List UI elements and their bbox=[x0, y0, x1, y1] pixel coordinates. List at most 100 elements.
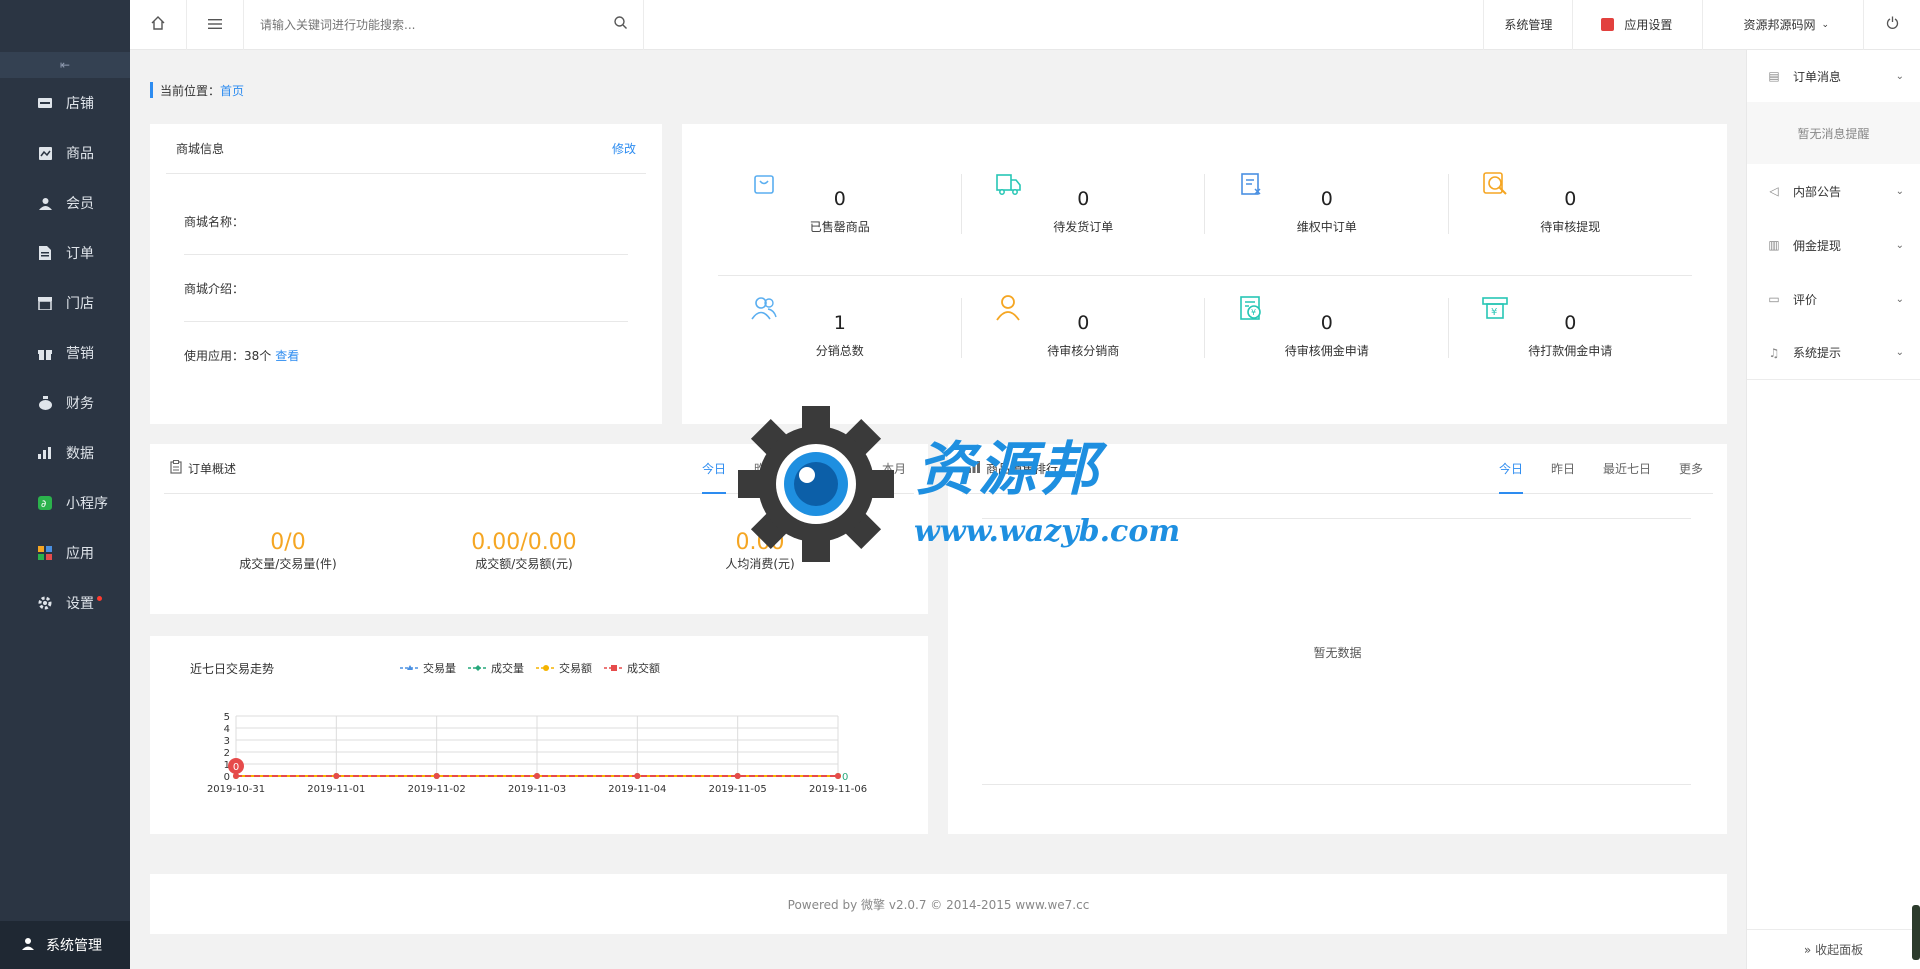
sidebar-item-apps[interactable]: 应用 bbox=[0, 528, 130, 578]
sidebar-item-finance[interactable]: 财务 bbox=[0, 378, 130, 428]
breadcrumb-home-link[interactable]: 首页 bbox=[220, 82, 244, 99]
overview-amount: 0.00/0.00 成交额/交易额(元) bbox=[406, 530, 642, 572]
stat-pending-withdraw[interactable]: 0 待审核提现 bbox=[1449, 170, 1693, 275]
sidebar-item-label: 会员 bbox=[66, 196, 94, 212]
stat-value: 1 bbox=[833, 312, 846, 334]
right-panel-internal-notice[interactable]: ◁ 内部公告 ⌄ bbox=[1747, 164, 1920, 218]
tab-more[interactable]: 更多 bbox=[1679, 444, 1703, 494]
tab-last-7-days[interactable]: 最近七日 bbox=[806, 444, 854, 494]
tab-today[interactable]: 今日 bbox=[701, 444, 726, 494]
tab-last-7-days[interactable]: 最近七日 bbox=[1603, 444, 1651, 494]
sidebar-item-shop[interactable]: 门店 bbox=[0, 278, 130, 328]
tab-label: 今日 bbox=[1498, 462, 1523, 476]
shop-apps-label: 使用应用：38个 bbox=[184, 349, 272, 363]
shop-info-title: 商城信息 bbox=[176, 142, 225, 156]
overview-value: 0.00/0.00 bbox=[471, 530, 577, 555]
data-point bbox=[534, 773, 540, 779]
stat-sold-out-goods[interactable]: 0 已售罄商品 bbox=[718, 170, 962, 275]
system-management-button[interactable]: 系统管理 bbox=[0, 921, 130, 969]
stat-label: 待发货订单 bbox=[1053, 220, 1114, 234]
bar-chart-icon bbox=[38, 446, 52, 460]
y-tick-label: 0 bbox=[224, 772, 230, 783]
stat-rights-orders[interactable]: 0 维权中订单 bbox=[1205, 170, 1449, 275]
right-panel-commission[interactable]: ▥ 佣金提现 ⌄ bbox=[1747, 218, 1920, 272]
sidebar-item-goods[interactable]: 商品 bbox=[0, 128, 130, 178]
chevron-down-icon: ⌄ bbox=[1895, 70, 1904, 82]
order-icon bbox=[38, 246, 52, 260]
sidebar-collapse-button[interactable]: ⇤ bbox=[0, 52, 130, 78]
shop-apps-view-link[interactable]: 查看 bbox=[275, 347, 299, 364]
tab-yesterday[interactable]: 昨日 bbox=[754, 444, 778, 494]
data-point bbox=[634, 773, 641, 779]
collapse-panel-label: » 收起面板 bbox=[1803, 943, 1864, 957]
trend-chart-panel: 近七日交易走势 交易量 成交量 交易额 成交额 0 1 2 3 4 5 2019-10-31… bbox=[150, 636, 928, 834]
right-panel-system-tips[interactable]: ♫ 系统提示 ⌄ bbox=[1747, 326, 1920, 380]
home-icon bbox=[151, 15, 165, 34]
search-icon[interactable] bbox=[614, 16, 627, 33]
right-panel: ▤ 订单消息 ⌄ 暂无消息提醒 ◁ 内部公告 ⌄ ▥ 佣金提现 ⌄ ▭ 评价 ⌄… bbox=[1746, 50, 1920, 969]
x-tick-label: 2019-10-31 bbox=[207, 784, 265, 795]
right-panel-item-label: 订单消息 bbox=[1793, 69, 1842, 84]
shop-intro-label: 商城介绍： bbox=[184, 281, 245, 296]
tab-yesterday[interactable]: 昨日 bbox=[1551, 444, 1575, 494]
tab-this-month[interactable]: 本月 bbox=[882, 444, 906, 494]
search-input[interactable] bbox=[260, 17, 580, 32]
right-panel-item-label: 系统提示 bbox=[1793, 346, 1842, 360]
stat-pending-payout[interactable]: ¥ 0 待打款佣金申请 bbox=[1449, 294, 1693, 384]
data-point bbox=[433, 773, 440, 779]
app-settings-link[interactable]: 应用设置 bbox=[1572, 0, 1702, 50]
breadcrumb: 当前位置： 首页 bbox=[150, 82, 244, 98]
sidebar-item-order[interactable]: 订单 bbox=[0, 228, 130, 278]
goods-ranking-panel: 商品销售排行 今日 昨日 最近七日 更多 暂无数据 bbox=[948, 444, 1727, 834]
logout-button[interactable] bbox=[1863, 0, 1920, 50]
chevron-down-icon: ⌄ bbox=[1821, 19, 1829, 30]
y-tick-label: 2 bbox=[224, 748, 230, 759]
divider bbox=[982, 518, 1691, 519]
stat-value: 0 bbox=[1077, 312, 1090, 334]
shop-info-edit-link[interactable]: 修改 bbox=[612, 140, 636, 157]
shop-name-row: 商城名称： bbox=[184, 188, 628, 255]
comment-icon: ▭ bbox=[1768, 292, 1780, 306]
y-tick-label: 5 bbox=[224, 712, 230, 723]
menu-toggle-button[interactable] bbox=[187, 0, 244, 50]
overview-per-capita: 0.00 人均消费(元) bbox=[642, 530, 878, 572]
sidebar-item-marketing[interactable]: 营销 bbox=[0, 328, 130, 378]
account-name: 资源邦源码网 bbox=[1743, 18, 1816, 32]
sidebar-item-data[interactable]: 数据 bbox=[0, 428, 130, 478]
no-messages-text: 暂无消息提醒 bbox=[1747, 102, 1920, 164]
stat-label: 已售罄商品 bbox=[809, 220, 870, 234]
chevron-down-icon: ⌄ bbox=[1895, 347, 1904, 358]
commission-doc-icon: ▥ bbox=[1768, 238, 1780, 252]
point-label: 0 bbox=[233, 762, 239, 773]
account-dropdown[interactable]: 资源邦源码网 ⌄ bbox=[1702, 0, 1863, 50]
shop-apps-row: 使用应用：38个 查看 bbox=[184, 322, 628, 389]
sidebar-item-mini-program[interactable]: ∂ 小程序 bbox=[0, 478, 130, 528]
home-button[interactable] bbox=[130, 0, 187, 50]
tab-today[interactable]: 今日 bbox=[1498, 444, 1523, 494]
right-panel-order-messages[interactable]: ▤ 订单消息 ⌄ bbox=[1747, 50, 1920, 102]
collapse-panel-button[interactable]: » 收起面板 bbox=[1747, 929, 1920, 969]
y-tick-label: 4 bbox=[224, 724, 230, 735]
stat-pending-shipment[interactable]: 0 待发货订单 bbox=[962, 170, 1205, 275]
sidebar-item-store[interactable]: 店铺 bbox=[0, 78, 130, 128]
chevron-down-icon: ⌄ bbox=[1895, 239, 1904, 251]
shop-intro-row: 商城介绍： bbox=[184, 255, 628, 322]
right-panel-item-label: 内部公告 bbox=[1793, 184, 1842, 199]
shop-info-header: 商城信息 修改 bbox=[166, 124, 646, 174]
right-panel-reviews[interactable]: ▭ 评价 ⌄ bbox=[1747, 272, 1920, 326]
system-management-link-label: 系统管理 bbox=[1504, 18, 1553, 32]
stat-value: 0 bbox=[1320, 312, 1333, 334]
stat-distributors-total[interactable]: 1 分销总数 bbox=[718, 294, 962, 384]
scrollbar-handle[interactable] bbox=[1912, 905, 1920, 960]
goods-ranking-tabs: 今日 昨日 最近七日 更多 bbox=[1471, 444, 1713, 494]
sidebar-item-settings[interactable]: 设置 bbox=[0, 578, 130, 628]
point-label: 0 bbox=[842, 772, 848, 783]
stat-pending-commission[interactable]: ¥ 0 待审核佣金申请 bbox=[1205, 294, 1449, 384]
sidebar-item-member[interactable]: 会员 bbox=[0, 178, 130, 228]
footer: Powered by 微擎 v2.0.7 © 2014-2015 www.we7… bbox=[150, 874, 1727, 934]
system-management-link[interactable]: 系统管理 bbox=[1483, 0, 1572, 50]
data-point bbox=[333, 773, 340, 779]
stat-pending-distributors[interactable]: 0 待审核分销商 bbox=[962, 294, 1205, 384]
sidebar-item-label: 设置 bbox=[66, 596, 94, 612]
overview-value: 0/0 bbox=[270, 530, 306, 555]
